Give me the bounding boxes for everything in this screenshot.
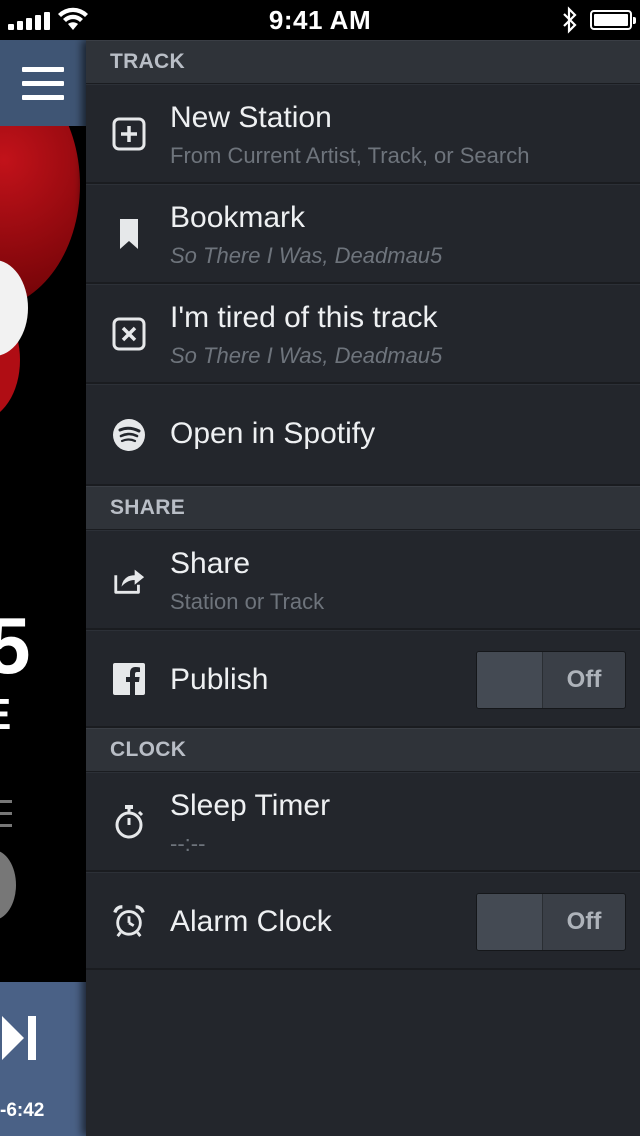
x-square-icon: [112, 317, 146, 351]
sleep-timer-item[interactable]: Sleep Timer --:--: [86, 772, 640, 872]
share-icon: [112, 563, 146, 597]
battery-icon: [590, 10, 636, 30]
player-controls: -6:42: [0, 982, 86, 1136]
album-art-glyph: 5: [0, 601, 31, 690]
hamburger-icon: [22, 66, 64, 72]
open-in-spotify-item[interactable]: Open in Spotify: [86, 384, 640, 486]
album-art-glyph: E: [0, 690, 11, 740]
new-station-title: New Station: [170, 101, 332, 134]
bookmark-icon: [112, 217, 146, 251]
alarm-clock-icon: [112, 904, 146, 938]
bookmark-title: Bookmark: [170, 201, 306, 234]
share-subtitle: Station or Track: [170, 589, 325, 614]
player-strip: 5 E -6:42: [0, 40, 86, 1136]
open-in-spotify-title: Open in Spotify: [170, 417, 376, 450]
bluetooth-icon: [563, 6, 577, 34]
bookmark-subtitle: So There I Was, Deadmau5: [170, 243, 443, 268]
facebook-icon: [112, 662, 146, 696]
tired-of-track-subtitle: So There I Was, Deadmau5: [170, 343, 443, 368]
sleep-timer-title: Sleep Timer: [170, 789, 331, 822]
share-title: Share: [170, 547, 251, 580]
status-bar: 9:41 AM: [0, 0, 640, 40]
section-header-share: SHARE: [86, 486, 640, 530]
status-time: 9:41 AM: [268, 5, 372, 35]
stopwatch-icon: [112, 804, 146, 839]
alarm-clock-item: Alarm Clock Off: [86, 872, 640, 970]
hamburger-icon-bar: [22, 94, 64, 100]
bookmark-item[interactable]: Bookmark So There I Was, Deadmau5: [86, 184, 640, 284]
spotify-icon: [112, 418, 146, 452]
section-header-clock: CLOCK: [86, 728, 640, 772]
album-art-shape: [0, 850, 16, 920]
alarm-clock-title: Alarm Clock: [170, 905, 332, 938]
hamburger-icon-bar: [22, 80, 64, 86]
skip-next-icon[interactable]: [2, 1012, 42, 1064]
share-item[interactable]: Share Station or Track: [86, 530, 640, 630]
new-station-item[interactable]: New Station From Current Artist, Track, …: [86, 84, 640, 184]
options-drawer: TRACK New Station From Current Artist, T…: [86, 40, 640, 1136]
section-header-track: TRACK: [86, 40, 640, 84]
toggle-knob: [477, 652, 543, 708]
publish-toggle[interactable]: Off: [476, 651, 626, 709]
publish-toggle-label: Off: [566, 666, 602, 693]
album-art-lines: [0, 800, 12, 836]
alarm-clock-toggle-label: Off: [566, 908, 602, 935]
plus-square-icon: [112, 117, 146, 151]
menu-button[interactable]: [0, 40, 86, 126]
new-station-subtitle: From Current Artist, Track, or Search: [170, 143, 530, 168]
publish-item: Publish Off: [86, 630, 640, 728]
alarm-clock-toggle[interactable]: Off: [476, 893, 626, 951]
sleep-timer-value: --:--: [170, 831, 206, 856]
tired-of-track-title: I'm tired of this track: [170, 301, 438, 334]
toggle-knob: [477, 894, 543, 950]
publish-title: Publish: [170, 663, 269, 696]
tired-of-track-item[interactable]: I'm tired of this track So There I Was, …: [86, 284, 640, 384]
time-remaining: -6:42: [0, 1100, 45, 1121]
